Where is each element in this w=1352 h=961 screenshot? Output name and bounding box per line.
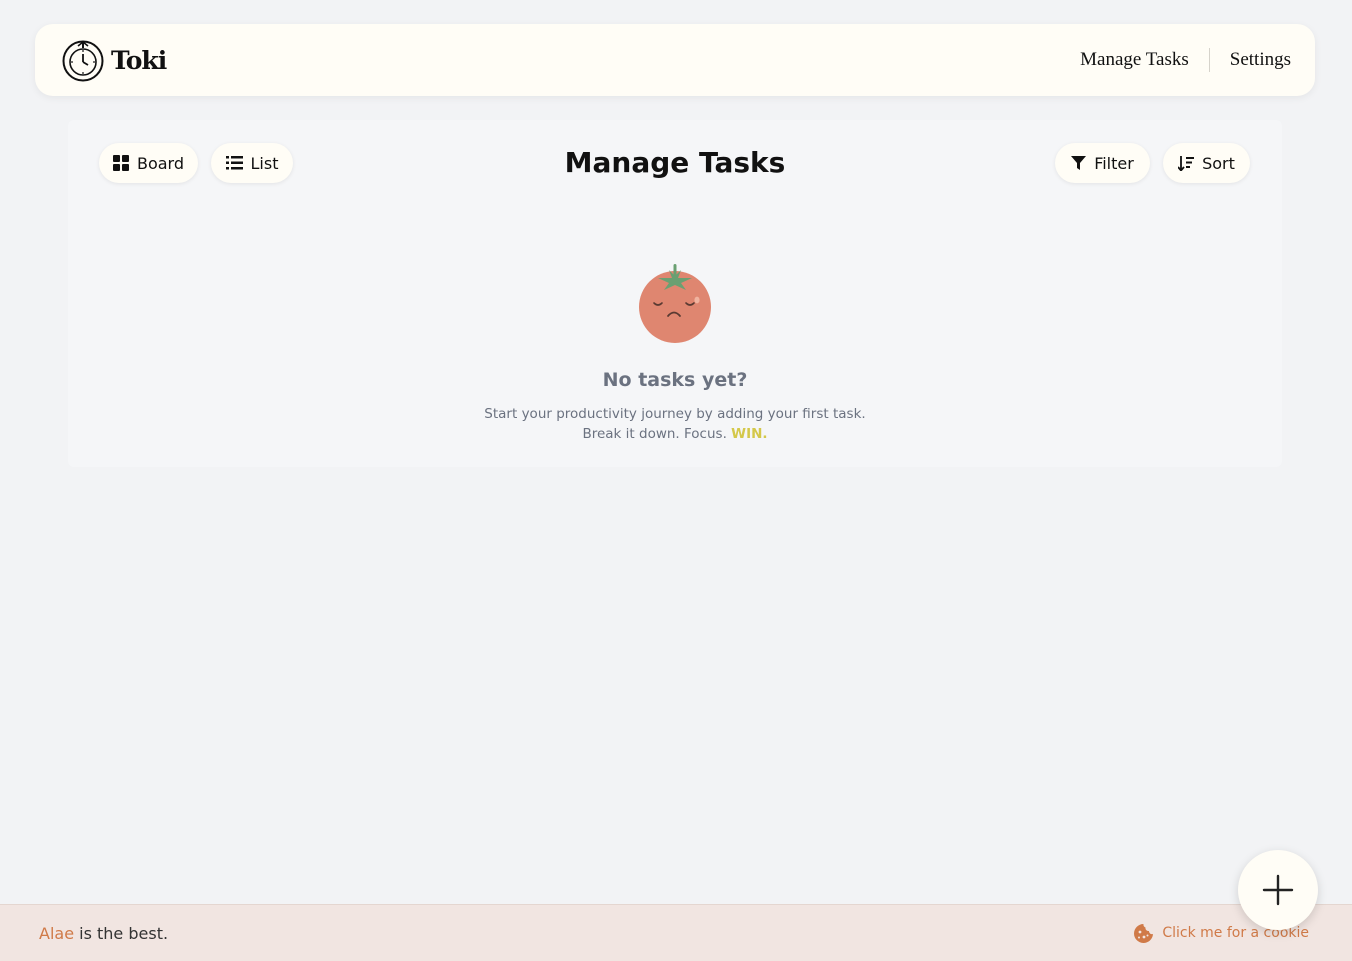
empty-state-line-2: Break it down. Focus. WIN.: [68, 424, 1282, 444]
plus-icon: [1262, 874, 1294, 906]
footer-tagline: Alae is the best.: [39, 905, 168, 961]
empty-state-line-2-text: Break it down. Focus.: [582, 426, 727, 442]
win-emphasis: WIN.: [731, 426, 768, 442]
filter-label: Filter: [1094, 153, 1134, 173]
empty-state-line-1: Start your productivity journey by addin…: [484, 406, 866, 422]
sort-label: Sort: [1202, 153, 1235, 173]
sad-tomato-illustration: [639, 264, 711, 343]
filter-icon: [1071, 155, 1087, 170]
footer-name: Alae: [39, 923, 75, 943]
nav-manage-tasks[interactable]: Manage Tasks: [1060, 49, 1209, 71]
footer-text: is the best.: [79, 923, 169, 943]
top-navbar: Toki Manage Tasks Settings: [35, 24, 1315, 96]
empty-state-description: Start your productivity journey by addin…: [68, 404, 1282, 444]
main-nav: Manage Tasks Settings: [1060, 24, 1291, 96]
tasks-panel: Board List Manage Tasks Filter Sort No t…: [68, 120, 1282, 467]
page: Toki Manage Tasks Settings Board List Ma…: [0, 0, 1352, 961]
sort-button[interactable]: Sort: [1163, 143, 1250, 183]
filter-button[interactable]: Filter: [1055, 143, 1150, 183]
app-logo[interactable]: Toki: [61, 38, 167, 82]
sort-icon: [1178, 155, 1195, 171]
app-name: Toki: [111, 45, 167, 75]
empty-state-heading: No tasks yet?: [602, 369, 748, 391]
nav-settings[interactable]: Settings: [1210, 49, 1291, 71]
add-task-button[interactable]: [1238, 850, 1318, 930]
cookie-icon: [1134, 923, 1154, 943]
stopwatch-icon: [62, 40, 104, 82]
footer: Alae is the best. Click me for a cookie: [0, 904, 1352, 961]
